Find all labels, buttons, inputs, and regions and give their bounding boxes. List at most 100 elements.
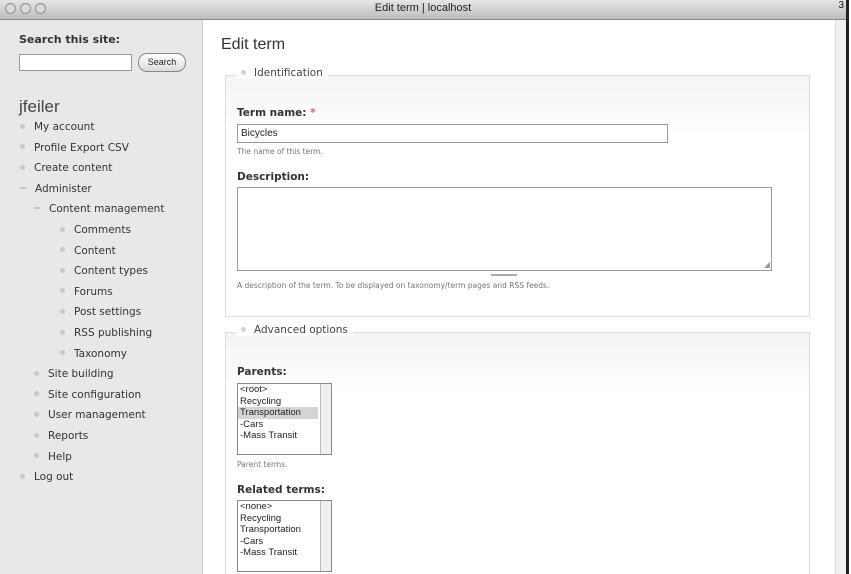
sidebar-item-create-content[interactable]: Create content (20, 162, 112, 174)
sidebar-item-label: My account (34, 121, 95, 133)
select-option[interactable]: <root> (238, 384, 318, 396)
parents-scrollbar[interactable] (320, 384, 331, 454)
identification-legend-label: Identification (254, 67, 323, 79)
sidebar-item-log-out[interactable]: Log out (20, 471, 73, 483)
sidebar-item-label: Forums (74, 285, 113, 298)
bullet-icon (20, 123, 25, 129)
sidebar-item-administer[interactable]: Administer (20, 183, 92, 195)
term-name-input[interactable] (237, 124, 668, 143)
sidebar-item-label: Reports (48, 430, 89, 442)
bullet-icon (60, 350, 65, 356)
sidebar-item-help[interactable]: Help (34, 451, 72, 463)
related-terms-select[interactable]: <none> Recycling Transportation -Cars -Mass … (237, 500, 332, 572)
sidebar-item-content-management[interactable]: Content management (34, 203, 164, 215)
expanded-bullet-icon (34, 207, 40, 210)
sidebar-item-label: Log out (34, 471, 74, 484)
collapse-icon (241, 69, 246, 75)
sidebar-item-label: Help (48, 450, 72, 463)
bullet-icon (60, 247, 65, 253)
select-option[interactable]: -Cars (238, 419, 318, 431)
sidebar-item-user-management[interactable]: User management (34, 409, 146, 421)
browser-window: Edit term | localhost Search this site: … (0, 0, 849, 574)
select-option[interactable]: -Mass Transit (238, 547, 318, 559)
sidebar-item-post-settings[interactable]: Post settings (60, 306, 141, 318)
main-content: Edit term Identification Term name: * Th… (203, 20, 846, 574)
parents-select[interactable]: <root> Recycling Transportation -Cars -Mass … (237, 383, 332, 455)
select-option[interactable]: Transportation (238, 524, 318, 536)
sidebar-item-taxonomy[interactable]: Taxonomy (60, 348, 127, 360)
collapse-icon (241, 326, 246, 332)
select-option[interactable]: Recycling (238, 513, 318, 525)
advanced-options-fieldset: Advanced options Parents: <root> Recyclin… (225, 324, 810, 574)
bullet-icon (60, 288, 65, 294)
sidebar-item-label: Administer (35, 182, 92, 195)
sidebar-item-label: Site building (48, 368, 114, 381)
sidebar-item-site-configuration[interactable]: Site configuration (34, 389, 141, 401)
bullet-icon (60, 267, 65, 273)
sidebar-item-label: User management (48, 409, 146, 422)
bullet-icon (34, 391, 39, 397)
resize-handle-icon[interactable]: ◢ (764, 261, 770, 269)
sidebar-item-label: RSS publishing (74, 327, 153, 339)
page-title: Edit term (221, 36, 286, 53)
description-help-text: A description of the term. To be display… (237, 281, 550, 290)
related-terms-scrollbar[interactable] (320, 501, 331, 571)
select-option[interactable]: Transportation (238, 407, 318, 419)
search-button[interactable]: Search (138, 53, 186, 72)
sidebar-item-label: Create content (34, 162, 113, 175)
sidebar-item-label: Taxonomy (74, 347, 127, 360)
identification-fieldset: Identification Term name: * The name of … (225, 67, 810, 317)
search-input[interactable] (19, 54, 132, 71)
bullet-icon (34, 453, 39, 459)
parents-description: Parent terms. (237, 460, 288, 469)
sidebar-item-label: Comments (74, 224, 131, 236)
term-name-description: The name of this term. (237, 147, 323, 156)
search-label: Search this site: (19, 33, 121, 46)
parents-label: Parents: (237, 366, 287, 378)
textarea-grippie[interactable] (491, 274, 517, 276)
sidebar: Search this site: Search jfeiler My acco… (0, 20, 203, 574)
advanced-options-legend-label: Advanced options (254, 324, 348, 336)
bullet-icon (60, 226, 65, 232)
corner-page-number: 3 (838, 0, 844, 11)
bullet-icon (34, 411, 39, 417)
term-name-label-text: Term name: (237, 107, 307, 119)
term-name-label: Term name: * (237, 107, 316, 119)
bullet-icon (20, 473, 25, 479)
sidebar-item-forums[interactable]: Forums (60, 286, 113, 298)
identification-legend[interactable]: Identification (236, 67, 328, 79)
sidebar-item-reports[interactable]: Reports (34, 430, 88, 442)
username-heading: jfeiler (19, 97, 60, 116)
sidebar-item-my-account[interactable]: My account (20, 121, 94, 133)
sidebar-item-comments[interactable]: Comments (60, 224, 131, 236)
bullet-icon (34, 432, 39, 438)
sidebar-item-label: Profile Export CSV (34, 141, 129, 154)
select-option[interactable]: Recycling (238, 396, 318, 408)
sidebar-item-label: Content (74, 244, 116, 257)
sidebar-item-label: Post settings (74, 306, 142, 319)
advanced-options-legend[interactable]: Advanced options (236, 324, 353, 336)
select-option[interactable]: <none> (238, 501, 318, 513)
expanded-bullet-icon (20, 186, 26, 189)
title-bar: Edit term | localhost (0, 0, 846, 20)
sidebar-item-profile-export-csv[interactable]: Profile Export CSV (20, 142, 129, 154)
page-scrollbar[interactable] (835, 20, 846, 574)
sidebar-item-label: Content management (49, 203, 165, 216)
related-terms-label: Related terms: (237, 484, 325, 496)
bullet-icon (20, 144, 25, 150)
window-title: Edit term | localhost (374, 2, 472, 14)
description-label: Description: (237, 171, 310, 183)
sidebar-item-rss-publishing[interactable]: RSS publishing (60, 327, 152, 339)
sidebar-item-content[interactable]: Content (60, 245, 116, 257)
required-marker: * (310, 107, 316, 119)
bullet-icon (60, 329, 65, 335)
bullet-icon (60, 308, 65, 314)
sidebar-item-label: Content types (74, 265, 149, 278)
sidebar-item-site-building[interactable]: Site building (34, 368, 114, 380)
sidebar-item-content-types[interactable]: Content types (60, 265, 148, 277)
select-option[interactable]: -Mass Transit (238, 430, 318, 442)
select-option[interactable]: -Cars (238, 536, 318, 548)
bullet-icon (20, 164, 25, 170)
bullet-icon (34, 370, 39, 376)
description-textarea[interactable]: ◢ (237, 187, 772, 271)
